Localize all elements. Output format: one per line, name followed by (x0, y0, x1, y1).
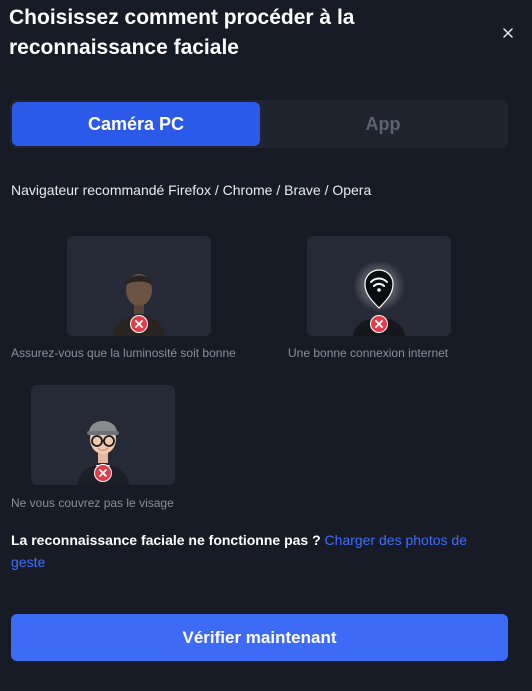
recognition-failed-question: La reconnaissance faciale ne fonctionne … (11, 532, 321, 548)
verify-now-button[interactable]: Vérifier maintenant (11, 614, 508, 661)
dialog-title: Choisissez comment procéder à la reconna… (9, 6, 355, 59)
tip-card-face-covered (31, 385, 175, 485)
tab-app[interactable]: App (260, 102, 506, 146)
tip-caption-face-covered: Ne vous couvrez pas le visage (11, 496, 174, 510)
recommended-browser-note: Navigateur recommandé Firefox / Chrome /… (11, 182, 372, 198)
close-icon (503, 28, 513, 38)
tip-caption-lighting: Assurez-vous que la luminosité soit bonn… (11, 346, 236, 360)
error-badge-icon (130, 315, 148, 333)
tip-card-lighting (67, 236, 211, 336)
error-badge-icon (94, 464, 112, 482)
tip-card-internet (307, 236, 451, 336)
recognition-failed-help: La reconnaissance faciale ne fonctionne … (11, 529, 501, 573)
close-button[interactable] (499, 24, 517, 42)
tip-caption-internet: Une bonne connexion internet (288, 346, 449, 360)
face-recognition-dialog: Choisissez comment procéder à la reconna… (0, 0, 532, 691)
error-badge-icon (370, 315, 388, 333)
method-tabs: Caméra PC App (10, 100, 508, 148)
tab-camera-pc[interactable]: Caméra PC (12, 102, 260, 146)
